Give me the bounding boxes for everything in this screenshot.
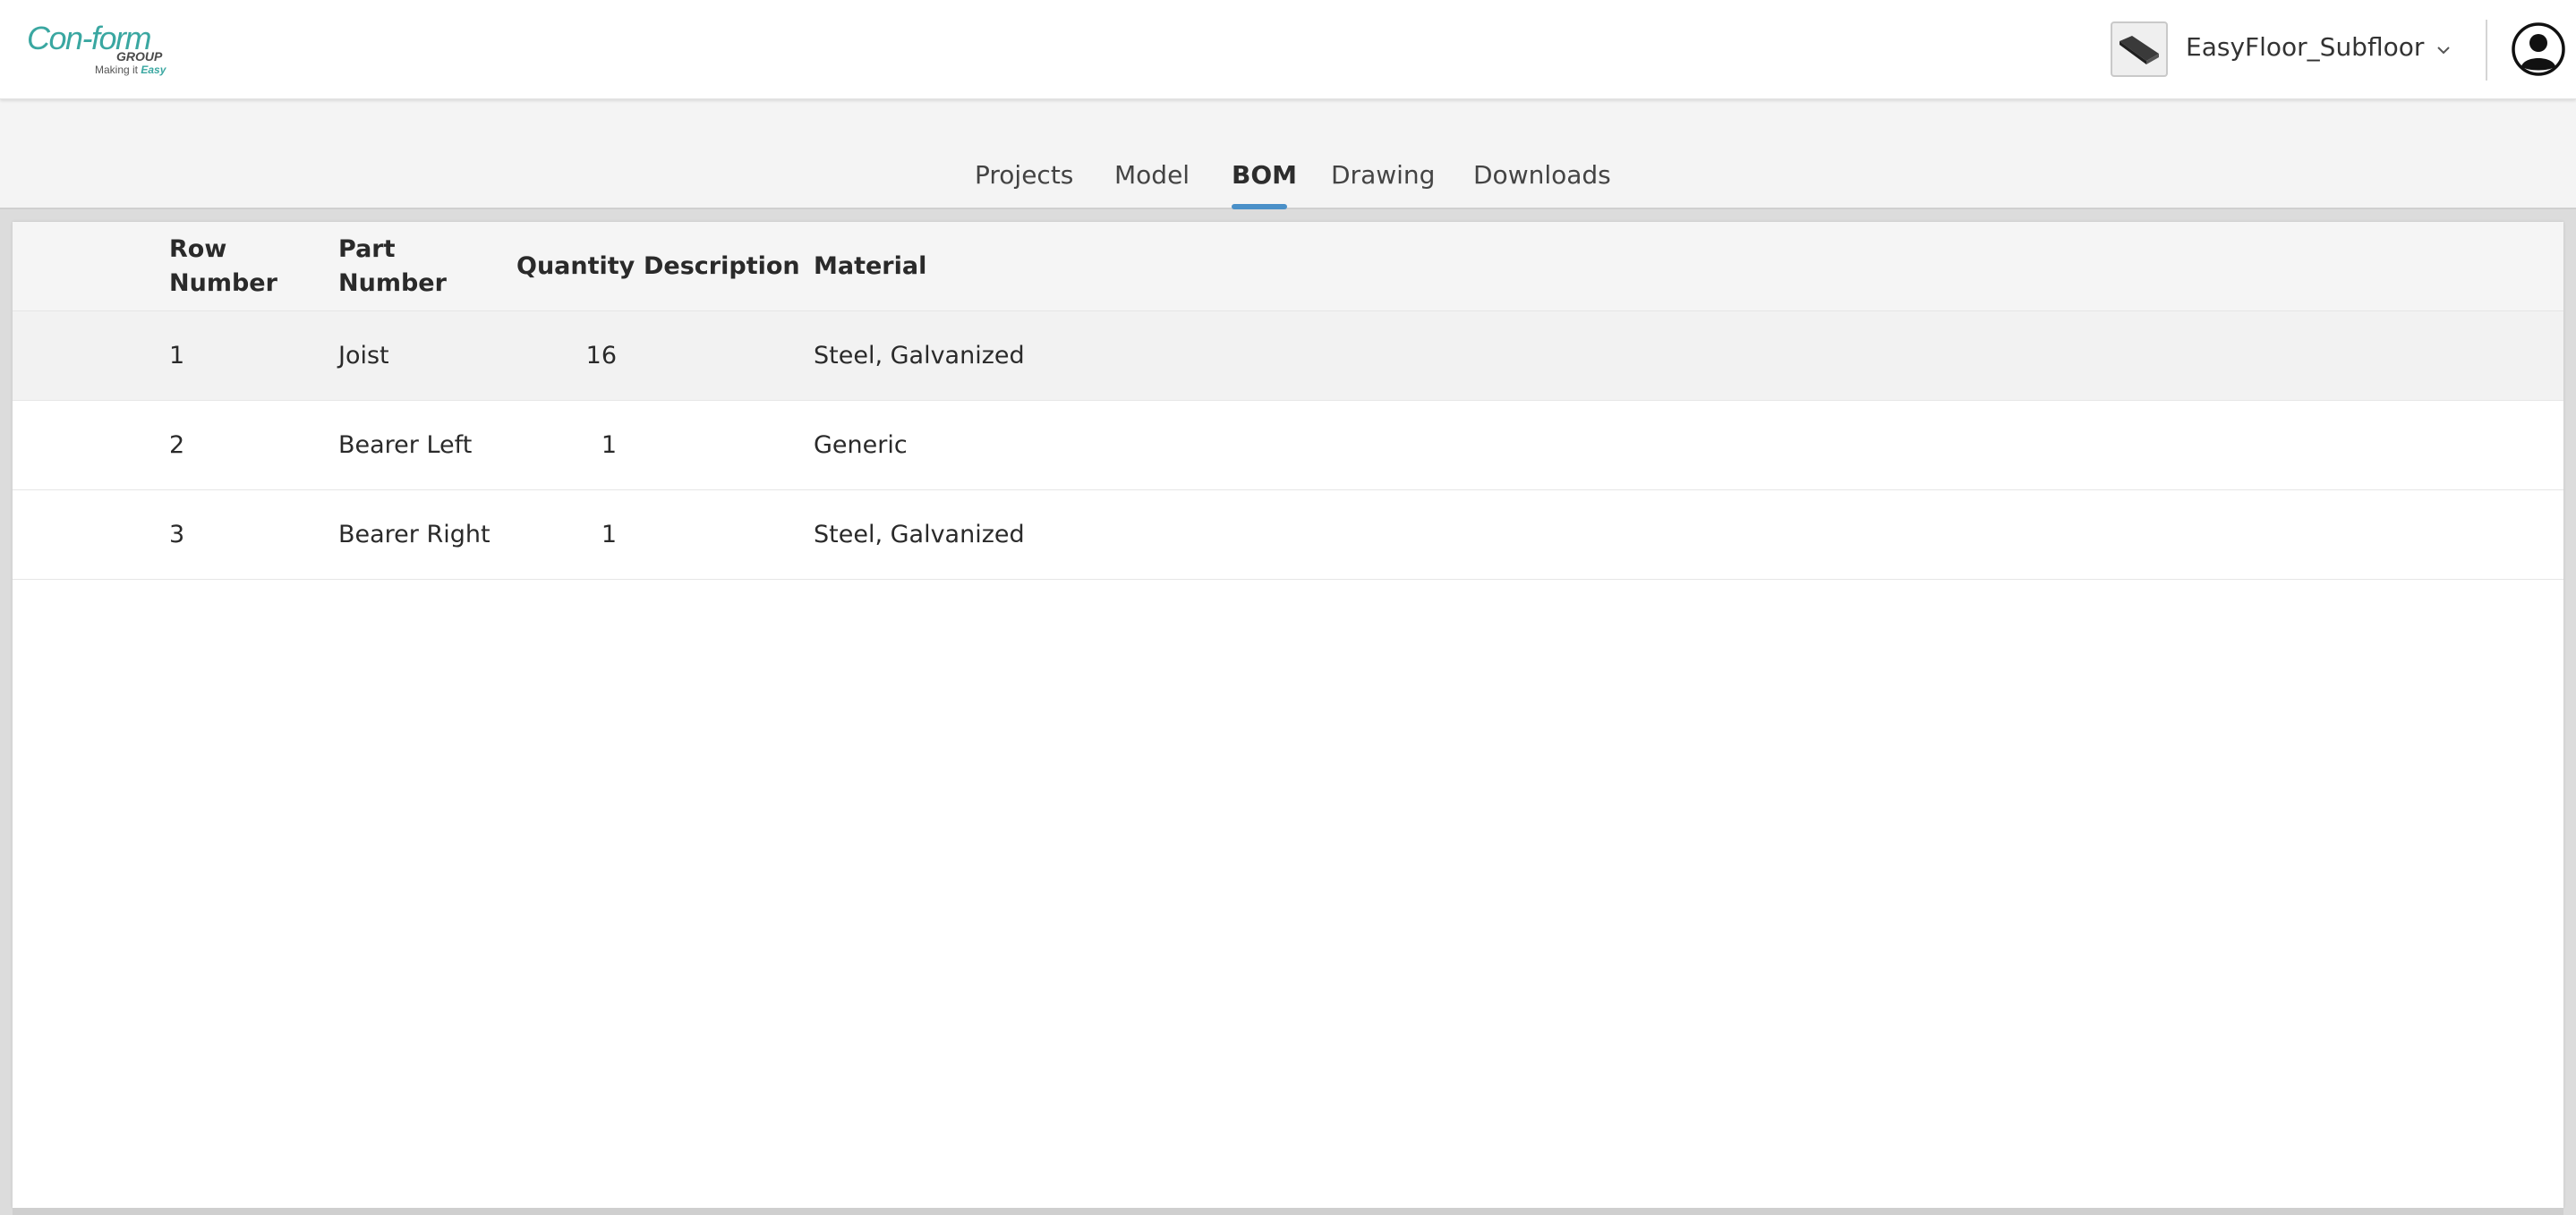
table-header: Row Number Part Number Quantity Descript… — [13, 222, 2563, 311]
logo-tagline-prefix: Making it — [95, 64, 141, 76]
tab-drawing[interactable]: Drawing — [1331, 160, 1435, 190]
cell-row-number: 3 — [169, 521, 185, 548]
column-header-material[interactable]: Material — [814, 250, 926, 284]
chevron-down-icon[interactable] — [2433, 39, 2454, 61]
horizontal-scrollbar[interactable] — [13, 1208, 2563, 1215]
tab-bom[interactable]: BOM — [1232, 160, 1297, 190]
cell-quantity: 1 — [601, 521, 617, 548]
tab-model[interactable]: Model — [1114, 160, 1190, 190]
cell-material: Steel, Galvanized — [814, 342, 1025, 370]
cell-part-number: Joist — [338, 342, 389, 370]
floor-panel-thumbnail-icon[interactable] — [2111, 21, 2168, 77]
cell-material: Generic — [814, 431, 908, 459]
tab-bar: Projects Model BOM Drawing Downloads — [0, 99, 2576, 209]
tab-downloads[interactable]: Downloads — [1473, 160, 1611, 190]
column-header-description[interactable]: Description — [644, 250, 800, 284]
model-selector-label[interactable]: EasyFloor_Subfloor — [2186, 32, 2424, 62]
cell-quantity: 1 — [601, 431, 617, 459]
cell-row-number: 2 — [169, 431, 185, 459]
column-header-part-number[interactable]: Part Number — [338, 233, 455, 301]
table-row[interactable]: 1 Joist 16 Steel, Galvanized — [13, 311, 2563, 401]
active-tab-indicator — [1232, 204, 1287, 209]
column-header-quantity[interactable]: Quantity — [516, 250, 635, 284]
cell-part-number: Bearer Right — [338, 521, 490, 548]
column-header-row-number[interactable]: Row Number — [169, 233, 286, 301]
cell-row-number: 1 — [169, 342, 185, 370]
header-divider — [2486, 20, 2487, 81]
table-row[interactable]: 2 Bearer Left 1 Generic — [13, 401, 2563, 490]
bom-table: Row Number Part Number Quantity Descript… — [13, 222, 2563, 1208]
tab-projects[interactable]: Projects — [975, 160, 1073, 190]
main-navigation: Projects Model BOM Drawing Downloads — [0, 99, 2576, 209]
cell-quantity: 16 — [585, 342, 617, 370]
logo-group-text: GROUP — [116, 49, 163, 64]
table-row[interactable]: 3 Bearer Right 1 Steel, Galvanized — [13, 490, 2563, 580]
logo-tagline-emphasis: Easy — [141, 64, 166, 76]
conform-group-logo[interactable]: Con-form GROUP Making it Easy — [27, 20, 170, 81]
logo-tagline: Making it Easy — [95, 64, 166, 76]
user-avatar-icon[interactable] — [2511, 21, 2566, 77]
cell-part-number: Bearer Left — [338, 431, 473, 459]
cell-material: Steel, Galvanized — [814, 521, 1025, 548]
app-header: Con-form GROUP Making it Easy EasyFloor_… — [0, 0, 2576, 99]
